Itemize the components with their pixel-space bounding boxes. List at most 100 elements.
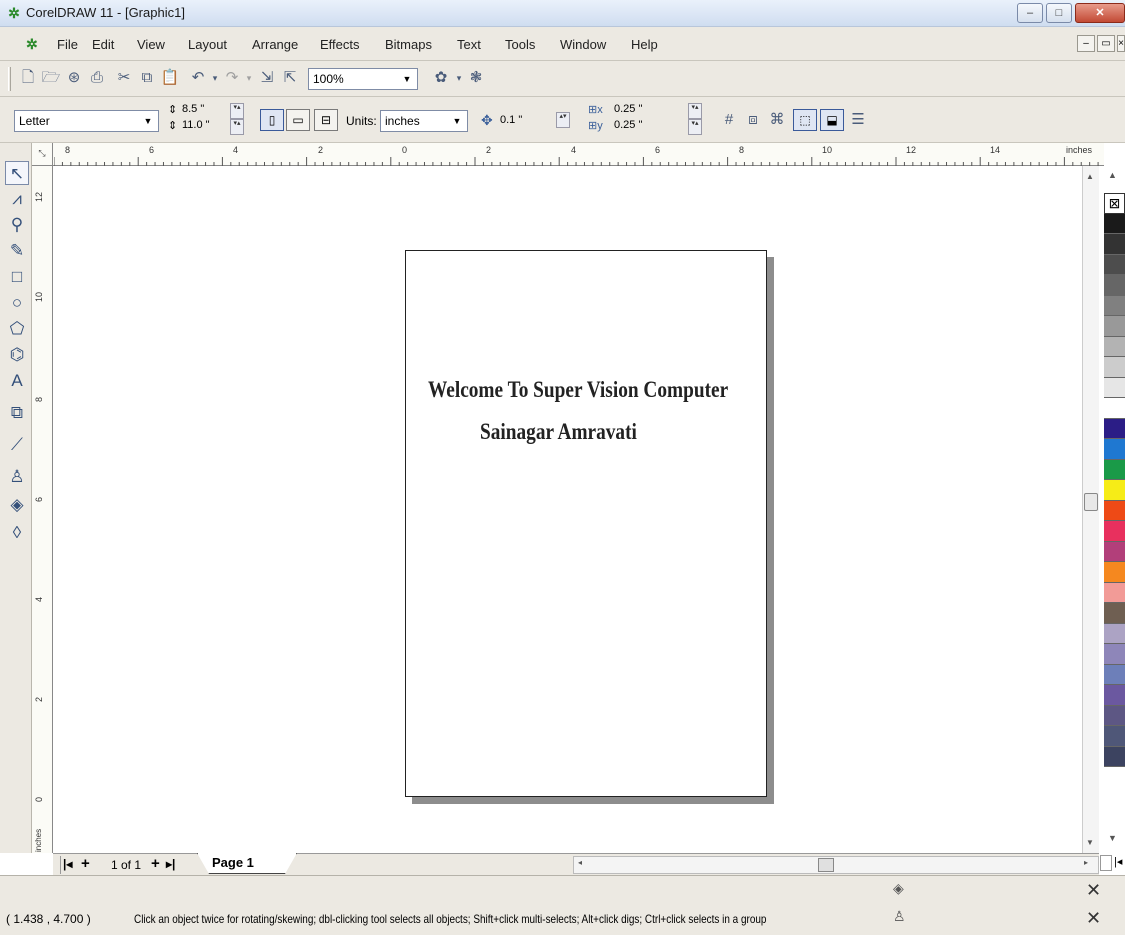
document-icon[interactable]: ✲ — [26, 36, 38, 53]
color-swatch[interactable] — [1104, 377, 1125, 398]
draw-selected-button[interactable]: ⬓ — [820, 109, 844, 131]
paper-height-field[interactable]: 11.0 " — [182, 119, 210, 131]
zoom-tool-icon[interactable]: ⚲ — [5, 213, 29, 237]
color-swatch[interactable] — [1104, 623, 1125, 644]
vertical-scroll-thumb[interactable] — [1084, 493, 1098, 511]
dup-y-spinner[interactable]: ▾▴ — [688, 119, 702, 135]
options-icon[interactable]: ☰ — [847, 109, 869, 131]
interactive-fill-tool-icon[interactable]: ◊ — [5, 521, 29, 545]
color-swatch[interactable] — [1104, 685, 1125, 706]
cut-icon[interactable]: ✂ — [113, 67, 135, 89]
horizontal-scrollbar[interactable]: ◂ ▸ — [573, 856, 1099, 874]
interactive-blend-tool-icon[interactable]: ⧉ — [5, 401, 29, 425]
print-icon[interactable]: ⎙ — [86, 67, 108, 89]
color-swatch[interactable] — [1104, 234, 1125, 255]
chevron-down-icon[interactable]: ▼ — [140, 113, 156, 129]
menu-window[interactable]: Window — [560, 37, 606, 52]
height-spinner[interactable]: ▾▴ — [230, 119, 244, 135]
page-tab[interactable]: Page 1 — [197, 853, 297, 874]
freehand-tool-icon[interactable]: ✎ — [5, 239, 29, 263]
units-combo[interactable]: inches ▼ — [380, 110, 468, 132]
snap-to-objects-icon[interactable]: ⌘ — [766, 109, 788, 131]
scroll-up-icon[interactable]: ▲ — [1086, 172, 1094, 181]
paper-width-field[interactable]: 8.5 " — [182, 103, 204, 115]
menu-text[interactable]: Text — [457, 37, 481, 52]
horizontal-scroll-thumb[interactable] — [818, 858, 834, 872]
no-color-swatch[interactable]: ⊠ — [1104, 193, 1125, 214]
palette-flyout-button[interactable] — [1100, 855, 1112, 871]
outline-tool-icon[interactable]: ♙ — [5, 465, 29, 489]
shape-tool-icon[interactable]: ⩘ — [5, 187, 29, 211]
color-swatch[interactable] — [1104, 562, 1125, 583]
basic-shapes-tool-icon[interactable]: ⌬ — [5, 343, 29, 367]
zoom-combo[interactable]: 100% ▼ — [308, 68, 418, 90]
first-page-icon[interactable]: |◂ — [63, 857, 72, 871]
add-page-after-icon[interactable]: + — [151, 855, 160, 872]
import-icon[interactable]: ⇲ — [256, 67, 278, 89]
color-swatch[interactable] — [1104, 582, 1125, 603]
color-swatch[interactable] — [1104, 541, 1125, 562]
fill-tool-icon[interactable]: ◈ — [5, 493, 29, 517]
no-outline-icon[interactable]: ✕ — [1086, 908, 1101, 929]
color-swatch[interactable] — [1104, 398, 1125, 419]
chevron-down-icon[interactable]: ▼ — [399, 71, 415, 87]
color-swatch[interactable] — [1104, 500, 1125, 521]
horizontal-ruler[interactable]: 8 6 4 2 0 2 4 6 8 10 12 14 inches — [32, 143, 1104, 166]
vertical-ruler[interactable]: 12 10 8 6 4 2 0 inches — [32, 166, 53, 853]
minimize-button[interactable]: – — [1017, 3, 1043, 23]
menu-arrange[interactable]: Arrange — [252, 37, 298, 52]
menu-file[interactable]: File — [57, 37, 78, 52]
color-swatch[interactable] — [1104, 746, 1125, 767]
new-document-icon[interactable]: 🗋 — [17, 67, 39, 89]
color-swatch[interactable] — [1104, 295, 1125, 316]
paper-type-combo[interactable]: Letter ▼ — [14, 110, 159, 132]
palette-scroll-down-icon[interactable]: ▼ — [1108, 833, 1117, 843]
snap-to-grid-icon[interactable]: # — [718, 109, 740, 131]
menu-edit[interactable]: Edit — [92, 37, 114, 52]
no-fill-icon[interactable]: ✕ — [1086, 880, 1101, 901]
copy-icon[interactable]: ⧉ — [136, 67, 158, 89]
color-swatch[interactable] — [1104, 726, 1125, 747]
snap-to-guidelines-icon[interactable]: ⧈ — [742, 109, 764, 131]
color-swatch[interactable] — [1104, 644, 1125, 665]
color-swatch[interactable] — [1104, 664, 1125, 685]
color-swatch[interactable] — [1104, 213, 1125, 234]
new-from-template-icon[interactable]: 🗁 — [40, 67, 62, 89]
dup-x-spinner[interactable]: ▾▴ — [688, 103, 702, 119]
fill-indicator-icon[interactable]: ◈ — [893, 880, 904, 897]
doc-minimize-button[interactable]: – — [1077, 35, 1095, 52]
polygon-tool-icon[interactable]: ⬠ — [5, 317, 29, 341]
duplicate-x-field[interactable]: 0.25 " — [614, 103, 642, 115]
open-icon[interactable]: ⊛ — [63, 67, 85, 89]
location-text[interactable]: Sainagar Amravati — [480, 419, 637, 445]
menu-bitmaps[interactable]: Bitmaps — [385, 37, 432, 52]
menu-tools[interactable]: Tools — [505, 37, 535, 52]
vertical-scrollbar[interactable]: ▲ ▼ — [1082, 166, 1099, 853]
color-swatch[interactable] — [1104, 275, 1125, 296]
rectangle-tool-icon[interactable]: □ — [5, 265, 29, 289]
color-swatch[interactable] — [1104, 521, 1125, 542]
toolbar-grip[interactable] — [8, 67, 11, 91]
eyedropper-tool-icon[interactable]: ⟋ — [5, 433, 29, 457]
doc-close-button[interactable]: × — [1117, 35, 1125, 52]
maximize-button[interactable]: □ — [1046, 3, 1072, 23]
color-swatch[interactable] — [1104, 418, 1125, 439]
chevron-down-icon[interactable]: ▼ — [449, 113, 465, 129]
treat-as-filled-button[interactable]: ⬚ — [793, 109, 817, 131]
color-swatch[interactable] — [1104, 336, 1125, 357]
close-button[interactable]: ✕ — [1075, 3, 1125, 23]
width-spinner[interactable]: ▾▴ — [230, 103, 244, 119]
nudge-spinner[interactable]: ▴▾ — [556, 112, 570, 128]
ellipse-tool-icon[interactable]: ○ — [5, 291, 29, 315]
scroll-left-icon[interactable]: ◂ — [578, 858, 582, 867]
color-swatch[interactable] — [1104, 459, 1125, 480]
add-page-before-icon[interactable]: + — [81, 855, 90, 872]
color-swatch[interactable] — [1104, 480, 1125, 501]
last-page-icon[interactable]: ▸| — [166, 857, 175, 871]
menu-view[interactable]: View — [137, 37, 165, 52]
menu-help[interactable]: Help — [631, 37, 658, 52]
menu-layout[interactable]: Layout — [188, 37, 227, 52]
landscape-button[interactable]: ▭ — [286, 109, 310, 131]
color-swatch[interactable] — [1104, 439, 1125, 460]
color-swatch[interactable] — [1104, 254, 1125, 275]
